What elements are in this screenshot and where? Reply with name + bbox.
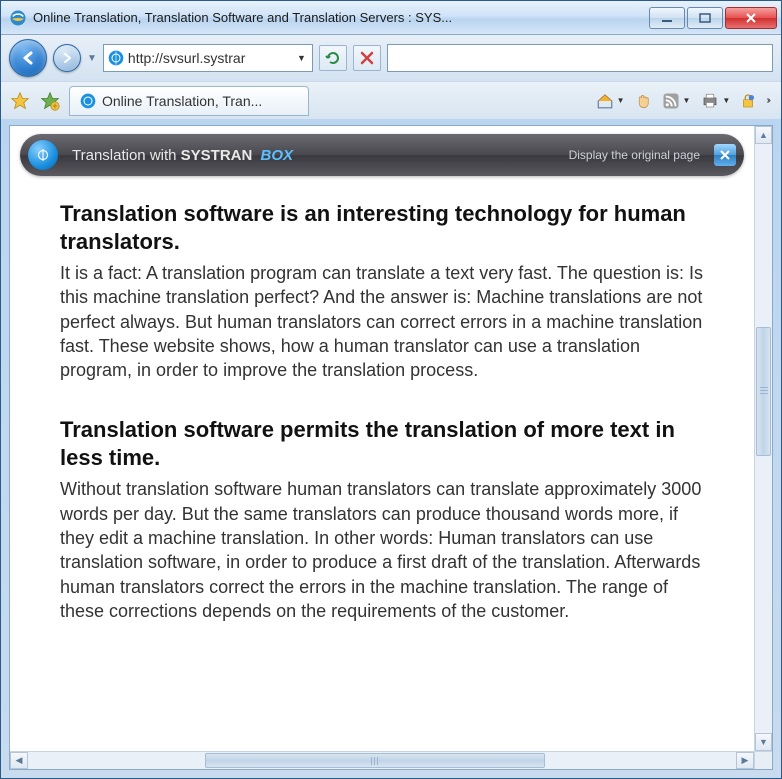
add-favorites-button[interactable] (39, 90, 61, 112)
systran-close-button[interactable] (714, 144, 736, 166)
browser-window: Online Translation, Translation Software… (0, 0, 782, 779)
navigation-bar: ▼ http://svsurl.systrar ▼ (1, 35, 781, 81)
stop-button[interactable] (353, 45, 381, 71)
hand-tool-button[interactable] (634, 92, 652, 110)
scroll-corner (754, 751, 772, 769)
forward-button[interactable] (53, 44, 81, 72)
maximize-button[interactable] (687, 7, 723, 29)
chevron-down-icon: ▼ (722, 96, 730, 105)
close-x-icon (719, 149, 731, 161)
systran-toolbar: Translation with SYSTRAN BOX Display the… (20, 134, 744, 176)
star-icon (10, 91, 30, 111)
hand-icon (634, 92, 652, 110)
page-viewport: Translation with SYSTRAN BOX Display the… (10, 126, 754, 751)
star-plus-icon (40, 91, 60, 111)
systran-site-icon (108, 50, 124, 66)
systran-site-icon (80, 93, 96, 109)
rss-icon (662, 92, 680, 110)
forward-arrow-icon (61, 52, 73, 64)
address-bar[interactable]: http://svsurl.systrar ▼ (103, 44, 313, 72)
content-frame: Translation with SYSTRAN BOX Display the… (9, 125, 773, 770)
back-button[interactable] (9, 39, 47, 77)
refresh-icon (325, 50, 341, 66)
vertical-scrollbar[interactable]: ▲ ▼ (754, 126, 772, 751)
search-input[interactable] (387, 44, 773, 72)
maximize-icon (699, 13, 711, 23)
heading-2: Translation software permits the transla… (60, 416, 704, 471)
article-body: Translation software is an interesting t… (10, 180, 754, 667)
print-button[interactable]: ▼ (700, 92, 730, 110)
address-dropdown-icon[interactable]: ▼ (295, 53, 308, 63)
systran-title: Translation with SYSTRAN BOX (72, 147, 293, 164)
scroll-up-button[interactable]: ▲ (755, 126, 772, 144)
title-bar: Online Translation, Translation Software… (1, 1, 781, 35)
window-title: Online Translation, Translation Software… (33, 10, 647, 25)
close-button[interactable] (725, 7, 777, 29)
hscroll-thumb[interactable] (205, 753, 545, 768)
lock-icon (740, 92, 756, 110)
horizontal-scrollbar[interactable]: ◀ ▶ (10, 751, 754, 769)
safety-button[interactable] (740, 92, 756, 110)
browser-tab[interactable]: Online Translation, Tran... (69, 86, 309, 116)
systran-brand: SYSTRAN (181, 147, 253, 164)
display-original-link[interactable]: Display the original page (569, 148, 700, 162)
paragraph-1: It is a fact: A translation program can … (60, 261, 704, 382)
scroll-right-button[interactable]: ▶ (736, 752, 754, 769)
nav-dropdown-icon[interactable]: ▼ (87, 53, 97, 64)
printer-icon (700, 92, 720, 110)
systran-prefix: Translation with (72, 147, 177, 164)
favorites-star-button[interactable] (9, 90, 31, 112)
ie-icon (9, 9, 27, 27)
hscroll-track[interactable] (28, 752, 736, 769)
expand-toolbar-button[interactable]: ›› (766, 95, 769, 106)
paragraph-2: Without translation software human trans… (60, 477, 704, 623)
url-text: http://svsurl.systrar (128, 50, 291, 66)
chevron-down-icon: ▼ (617, 96, 625, 105)
chevron-down-icon: ▼ (682, 96, 690, 105)
command-bar: ▼ ▼ ▼ ›› (317, 92, 773, 110)
back-arrow-icon (19, 49, 37, 67)
minimize-icon (661, 13, 673, 23)
tab-title: Online Translation, Tran... (102, 93, 262, 109)
refresh-button[interactable] (319, 45, 347, 71)
tab-bar: Online Translation, Tran... ▼ ▼ ▼ ›› (1, 81, 781, 119)
heading-1: Translation software is an interesting t… (60, 200, 704, 255)
systran-product: BOX (261, 147, 294, 164)
stop-x-icon (360, 51, 374, 65)
scroll-left-button[interactable]: ◀ (10, 752, 28, 769)
home-button[interactable]: ▼ (595, 92, 625, 110)
vscroll-track[interactable] (755, 144, 772, 733)
home-icon (595, 92, 615, 110)
vscroll-thumb[interactable] (756, 327, 771, 457)
feeds-button[interactable]: ▼ (662, 92, 690, 110)
scroll-down-button[interactable]: ▼ (755, 733, 772, 751)
close-icon (745, 13, 757, 23)
systran-logo-icon (28, 140, 58, 170)
minimize-button[interactable] (649, 7, 685, 29)
